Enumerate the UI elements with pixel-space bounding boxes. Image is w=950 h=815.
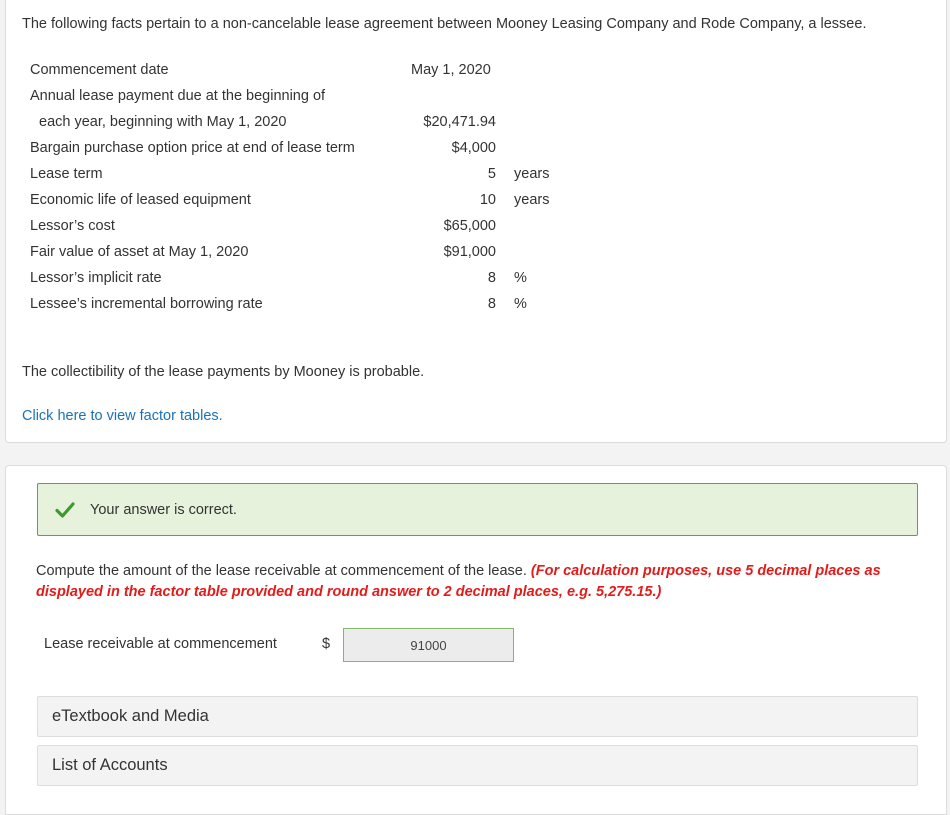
problem-intro: The following facts pertain to a non-can…: [22, 16, 867, 32]
currency-symbol: $: [322, 636, 331, 652]
list-of-accounts-button[interactable]: List of Accounts: [37, 745, 918, 786]
fact-value: $20,471.94: [423, 114, 496, 130]
fact-value: 5: [487, 166, 496, 182]
fact-label: Economic life of leased equipment: [30, 192, 251, 208]
fact-value: 8: [487, 296, 496, 312]
etextbook-media-button[interactable]: eTextbook and Media: [37, 696, 918, 737]
fact-label: Commencement date: [30, 62, 169, 78]
fact-unit: %: [514, 270, 527, 286]
factor-tables-link[interactable]: Click here to view factor tables.: [22, 408, 223, 424]
fact-label: each year, beginning with May 1, 2020: [39, 114, 287, 130]
fact-value: May 1, 2020: [411, 62, 491, 78]
lease-receivable-input[interactable]: [343, 628, 514, 662]
fact-label: Lessor’s cost: [30, 218, 115, 234]
fact-label: Lease term: [30, 166, 103, 182]
fact-value: $65,000: [443, 218, 496, 234]
problem-panel: The following facts pertain to a non-can…: [5, 0, 947, 443]
check-icon: [55, 502, 75, 518]
fact-label: Lessee’s incremental borrowing rate: [30, 296, 263, 312]
correct-feedback-banner: Your answer is correct.: [37, 483, 918, 536]
fact-label: Lessor’s implicit rate: [30, 270, 162, 286]
collectibility-note: The collectibility of the lease payments…: [22, 364, 425, 380]
feedback-text: Your answer is correct.: [90, 502, 237, 518]
fact-value: $91,000: [443, 244, 496, 260]
fact-unit: years: [514, 192, 550, 208]
fact-label: Annual lease payment due at the beginnin…: [30, 88, 326, 104]
fact-value: 8: [487, 270, 496, 286]
answer-panel: Your answer is correct. Compute the amou…: [5, 465, 947, 815]
fact-value: 10: [479, 192, 496, 208]
question-text: Compute the amount of the lease receivab…: [36, 563, 527, 579]
fact-value: $4,000: [451, 140, 496, 156]
answer-label: Lease receivable at commencement: [44, 636, 277, 652]
question-prompt: Compute the amount of the lease receivab…: [36, 561, 916, 603]
fact-label: Fair value of asset at May 1, 2020: [30, 244, 249, 260]
fact-unit: years: [514, 166, 550, 182]
fact-label: Bargain purchase option price at end of …: [30, 140, 355, 156]
fact-unit: %: [514, 296, 527, 312]
